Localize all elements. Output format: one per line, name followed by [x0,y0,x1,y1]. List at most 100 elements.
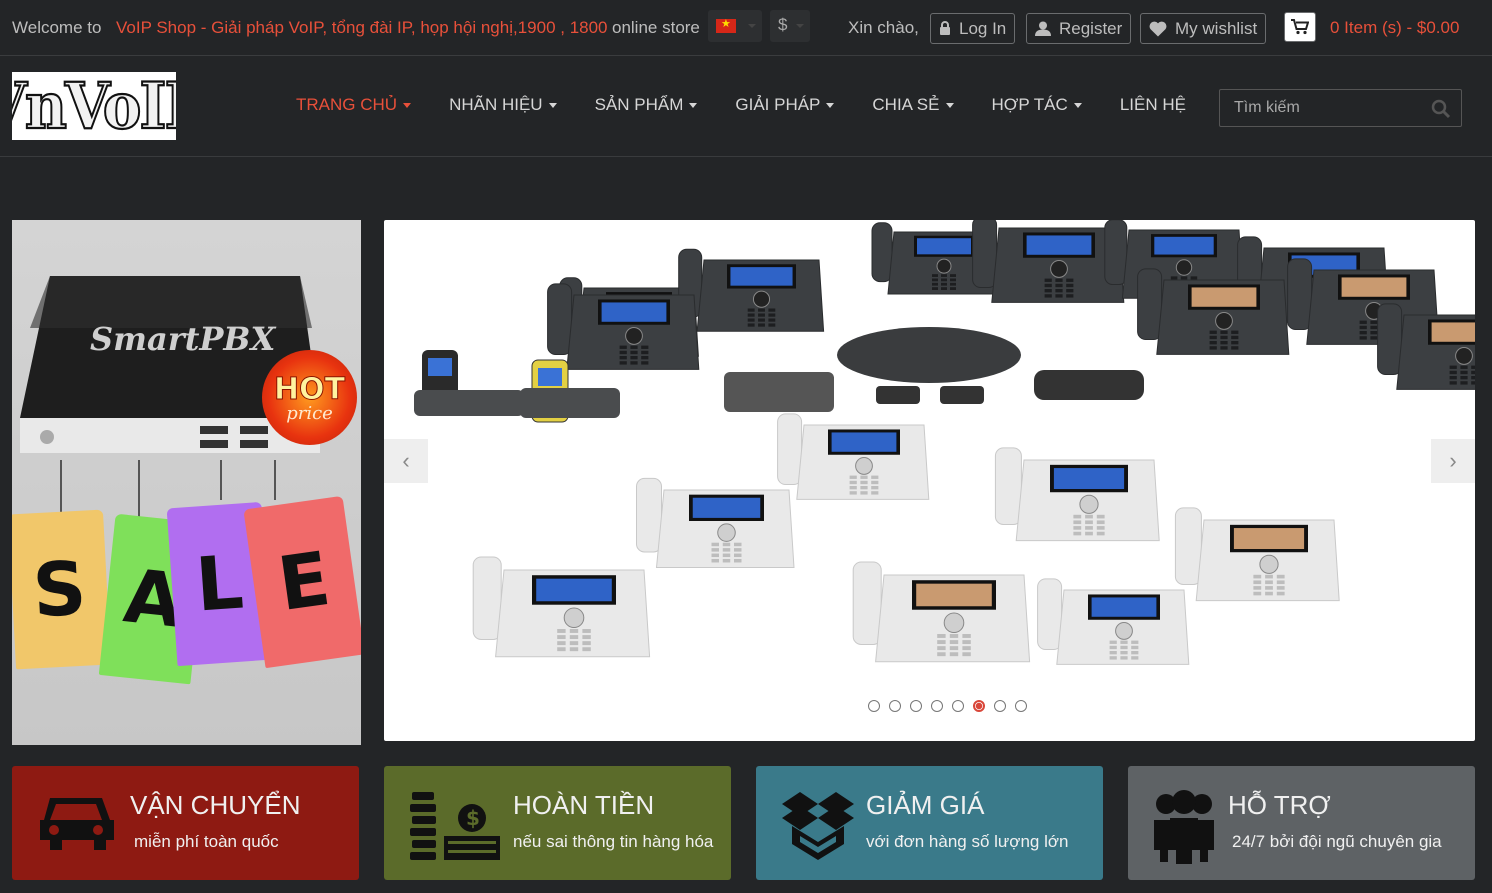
ip-phone [636,477,795,568]
ip-phone [1377,303,1475,390]
cart-button[interactable] [1284,12,1316,42]
tag-string [274,460,276,500]
slider-dot[interactable] [952,700,964,712]
feature-title: HỖ TRỢ [1228,790,1331,820]
sale-tag-s: S [12,509,111,670]
slider-dot[interactable] [931,700,943,712]
hot-label: HOT [273,371,346,407]
vietnam-flag-icon [716,17,736,33]
register-button[interactable]: Register [1026,13,1132,44]
slider-dots [868,700,1027,712]
feature-discount[interactable]: GIẢM GIÁ với đơn hàng số lượng lớn [756,766,1103,880]
main-header: VnVoIP TRANG CHỦ NHÃN HIỆU SẢN PHẨM GIẢI… [0,57,1492,157]
ip-phone [547,283,700,370]
slider-next-button[interactable]: › [1431,439,1475,483]
nav-item-hop-tac[interactable]: HỢP TÁC [992,95,1082,115]
money-icon: $ [410,792,500,860]
nav-label: CHIA SẺ [872,95,940,114]
welcome-text: Welcome to [12,18,102,37]
currency-symbol: $ [778,15,788,34]
nav-label: HỢP TÁC [991,95,1068,114]
nav-item-san-pham[interactable]: SẢN PHẨM [595,95,698,115]
lock-icon [940,21,950,35]
wishlist-label: My wishlist [1175,18,1258,38]
nav-label: SẢN PHẨM [594,95,684,114]
slider-dot[interactable] [973,700,985,712]
wishlist-button[interactable]: My wishlist [1140,13,1267,44]
nav-label: GIẢI PHÁP [735,95,821,114]
register-label: Register [1059,18,1123,38]
search-input[interactable] [1234,99,1424,117]
language-dropdown[interactable] [708,10,762,42]
nav-label: TRANG CHỦ [296,95,398,114]
pbx-product-name: SmartPBX [90,320,276,358]
cart-icon [1291,19,1309,35]
search-box [1219,89,1462,127]
price-label: price [286,402,333,424]
slider-dot[interactable] [994,700,1006,712]
chevron-right-icon: › [1449,448,1457,473]
heart-icon [1149,21,1167,36]
feature-title: HOÀN TIỀN [513,790,655,820]
user-icon [1035,21,1051,36]
store-text: online store [612,18,700,37]
login-button[interactable]: Log In [930,13,1016,44]
team-icon [1154,790,1214,864]
search-icon[interactable] [1431,99,1451,119]
login-label: Log In [959,18,1007,38]
slider-dot[interactable] [1015,700,1027,712]
tag-string [138,460,140,520]
feature-subtitle: nếu sai thông tin hàng hóa [513,832,714,851]
box-icon [782,792,854,860]
dect-handsets [414,327,1144,423]
ip-phone [472,556,651,658]
ip-phone [1137,268,1290,355]
logo[interactable]: VnVoIP [12,72,176,140]
main-nav: TRANG CHỦ NHÃN HIỆU SẢN PHẨM GIẢI PHÁP C… [296,95,1224,115]
nav-item-chia-se[interactable]: CHIA SẺ [872,95,954,115]
ip-phone [678,248,825,332]
slider-dot[interactable] [868,700,880,712]
chevron-down-icon [1073,102,1082,108]
ip-phone [972,220,1125,303]
greeting-text: Xin chào, [848,18,919,37]
svg-text:$: $ [466,806,480,830]
top-bar: Welcome to VoIP Shop - Giải pháp VoIP, t… [0,0,1492,56]
chevron-down-icon [548,102,557,108]
nav-item-lien-he[interactable]: LIÊN HỆ [1120,95,1186,115]
ip-phone [1037,578,1190,665]
currency-dropdown[interactable]: $ [770,10,810,42]
chevron-down-icon [689,102,698,108]
chevron-down-icon [796,24,804,28]
nav-label: NHÃN HIỆU [449,95,543,114]
nav-item-nhan-hieu[interactable]: NHÃN HIỆU [449,95,557,115]
feature-subtitle: miễn phí toàn quốc [134,832,279,851]
feature-support[interactable]: HỖ TRỢ 24/7 bởi đội ngũ chuyên gia [1128,766,1475,880]
car-icon [40,798,114,850]
slider-dot[interactable] [889,700,901,712]
ip-phone [1174,507,1340,602]
feature-refund[interactable]: $ HOÀN TIỀN nếu sai thông tin hàng hóa [384,766,731,880]
hero-slider[interactable]: ‹ › [384,220,1475,741]
chevron-down-icon [748,24,756,28]
feature-shipping[interactable]: VẬN CHUYỂN miễn phí toàn quốc [12,766,359,880]
cart-summary[interactable]: 0 Item (s) - $0.00 [1330,18,1459,38]
shop-name-link[interactable]: VoIP Shop - Giải pháp VoIP, tổng đài IP,… [116,18,608,38]
promo-banner[interactable]: SmartPBX HOT price S A L E [12,220,361,745]
ip-phone [777,413,930,500]
tag-string [60,460,62,512]
chevron-down-icon [826,102,835,108]
nav-item-giai-phap[interactable]: GIẢI PHÁP [735,95,835,115]
chevron-down-icon [945,102,954,108]
feature-subtitle: 24/7 bởi đội ngũ chuyên gia [1232,832,1442,851]
slider-prev-button[interactable]: ‹ [384,439,428,483]
tag-string [220,460,222,500]
feature-title: VẬN CHUYỂN [130,790,301,820]
nav-label: LIÊN HỆ [1119,95,1186,114]
ip-phones-image [414,220,1475,665]
logo-text: VnVoIP [12,72,176,140]
nav-item-trang-chu[interactable]: TRANG CHỦ [296,95,412,115]
chevron-down-icon [403,102,412,108]
slider-dot[interactable] [910,700,922,712]
feature-title: GIẢM GIÁ [866,790,985,820]
